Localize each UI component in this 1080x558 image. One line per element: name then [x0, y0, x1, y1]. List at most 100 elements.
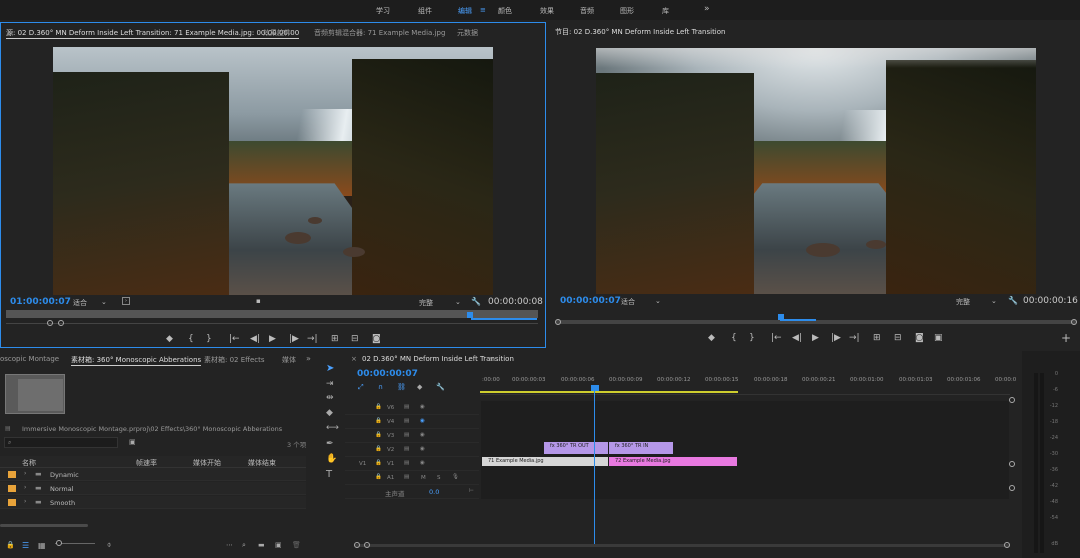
program-add-marker-icon[interactable]: ◆: [708, 334, 715, 343]
mark-in-icon[interactable]: {: [188, 335, 194, 344]
export-frame-icon[interactable]: ◙: [372, 335, 381, 344]
tab-bin-effects[interactable]: 素材箱: 02 Effects: [204, 355, 265, 365]
timeline-settings-icon[interactable]: 🔧: [436, 383, 445, 391]
expand-chevron-icon[interactable]: ›: [24, 484, 26, 491]
sync-lock-icon[interactable]: ▤: [404, 460, 409, 466]
list-item[interactable]: › ▬ Dynamic: [0, 468, 306, 481]
zoom-handle-right[interactable]: [58, 320, 64, 326]
col-media-end[interactable]: 媒体结束: [248, 458, 276, 468]
tab-bin-abberations[interactable]: 素材箱: 360° Monoscopic Abberations: [71, 355, 202, 366]
program-quality-dropdown[interactable]: 完整: [956, 297, 970, 307]
eye-icon[interactable]: ◉: [420, 418, 425, 424]
source-timeline-ruler[interactable]: [6, 310, 538, 318]
workspace-assembly[interactable]: 组件: [418, 6, 432, 16]
go-to-end-icon[interactable]: ⊢: [469, 488, 474, 494]
play-icon[interactable]: ▶: [269, 335, 276, 344]
program-play-icon[interactable]: ▶: [812, 334, 819, 343]
step-forward-icon[interactable]: |▶: [289, 335, 299, 344]
workspace-learn[interactable]: 学习: [376, 6, 390, 16]
program-zoom-handle-left[interactable]: [555, 319, 561, 325]
icon-view-icon[interactable]: ▦: [38, 541, 46, 550]
track-lock-icon[interactable]: 🔒: [375, 474, 382, 480]
workspace-menu-icon[interactable]: ≡: [480, 6, 486, 14]
tab-program[interactable]: 节目: 02 D.360° MN Deform Inside Left Tran…: [555, 27, 725, 37]
program-mark-in-icon[interactable]: {: [731, 334, 737, 343]
zoom-handle-left[interactable]: [47, 320, 53, 326]
solo-button[interactable]: S: [437, 475, 441, 481]
source-zoom-bar[interactable]: [6, 323, 538, 324]
tab-project[interactable]: oscopic Montage: [0, 355, 59, 363]
nest-icon[interactable]: ⤢: [358, 383, 364, 392]
sync-lock-icon[interactable]: ▤: [404, 432, 409, 438]
selection-tool-icon[interactable]: ➤: [326, 363, 334, 374]
program-timecode[interactable]: 00:00:00:07: [560, 296, 621, 306]
track-lock-icon[interactable]: 🔒: [375, 446, 382, 452]
extract-icon[interactable]: ⊟: [894, 334, 902, 343]
program-go-to-out-icon[interactable]: →|: [849, 334, 860, 343]
eye-icon[interactable]: ◉: [420, 404, 425, 410]
media-clip-72[interactable]: 72 Example Media.jpg: [609, 457, 737, 466]
close-tab-icon[interactable]: ×: [351, 355, 357, 363]
eye-icon[interactable]: ◉: [420, 446, 425, 452]
program-wrench-icon[interactable]: 🔧: [1008, 296, 1018, 305]
pen-tool-icon[interactable]: ✒: [326, 439, 334, 449]
tab-media[interactable]: 媒体: [282, 355, 296, 365]
zoom-slider-handle[interactable]: [56, 540, 62, 546]
export-frame-small-icon[interactable]: ▪: [256, 297, 261, 305]
timeline-zoom-handle-right[interactable]: [364, 542, 370, 548]
timeline-zoom-handle-end[interactable]: [1004, 542, 1010, 548]
sort-icon[interactable]: ⌽: [107, 541, 111, 550]
mark-out-icon[interactable]: }: [206, 335, 212, 344]
sequence-menu-icon[interactable]: ≡: [488, 355, 494, 363]
list-item[interactable]: › ▬ Smooth: [0, 496, 306, 509]
source-quality-chevron-icon[interactable]: ⌄: [455, 298, 461, 306]
panel-overflow-icon[interactable]: »: [306, 354, 311, 363]
label-color-swatch[interactable]: [8, 499, 16, 506]
snap-icon[interactable]: ∩: [378, 383, 383, 391]
sync-lock-icon[interactable]: ▤: [404, 474, 409, 480]
linked-selection-icon[interactable]: ⛓: [397, 383, 406, 391]
automate-icon[interactable]: ⋯: [226, 541, 233, 549]
label-color-swatch[interactable]: [8, 485, 16, 492]
timeline-zoom-handle-left[interactable]: [354, 542, 360, 548]
add-marker-tl-icon[interactable]: ◆: [417, 383, 422, 391]
program-quality-chevron-icon[interactable]: ⌄: [991, 297, 997, 305]
new-item-icon[interactable]: ▣: [275, 541, 282, 549]
find-icon[interactable]: ⌕: [242, 541, 246, 550]
program-fit-dropdown[interactable]: 适合: [621, 297, 635, 307]
col-media-start[interactable]: 媒体开始: [193, 458, 221, 468]
timeline-timecode[interactable]: 00:00:00:07: [357, 369, 418, 379]
trash-icon[interactable]: 🗑: [292, 541, 301, 549]
timeline-ruler[interactable]: :00:00 00:00:00:03 00:00:00:06 00:00:00:…: [480, 371, 1016, 395]
track-lock-icon[interactable]: 🔒: [375, 404, 382, 410]
insert-icon[interactable]: ⊞: [331, 335, 339, 344]
program-go-to-in-icon[interactable]: |←: [771, 334, 782, 343]
list-item[interactable]: › ▬ Normal: [0, 482, 306, 495]
workspace-graphics[interactable]: 图形: [620, 6, 634, 16]
workspace-libraries[interactable]: 库: [662, 6, 669, 16]
razor-tool-icon[interactable]: ◆: [326, 408, 333, 418]
slip-tool-icon[interactable]: ⟷: [326, 423, 339, 433]
workspace-color[interactable]: 颜色: [498, 6, 512, 16]
media-clip-71[interactable]: 71 Example Media.jpg: [482, 457, 608, 466]
label-color-swatch[interactable]: [8, 471, 16, 478]
track-lock-icon[interactable]: 🔒: [375, 432, 382, 438]
sync-lock-icon[interactable]: ▤: [404, 446, 409, 452]
hand-tool-icon[interactable]: ✋: [326, 454, 337, 464]
col-framerate[interactable]: 帧速率: [136, 458, 157, 468]
program-zoom-handle-right[interactable]: [1071, 319, 1077, 325]
wrench-icon[interactable]: 🔧: [471, 297, 481, 306]
go-to-in-icon[interactable]: |←: [229, 335, 240, 344]
compare-icon[interactable]: ▣: [934, 334, 943, 343]
program-step-forward-icon[interactable]: |▶: [831, 334, 841, 343]
timeline-playhead-handle[interactable]: [591, 385, 599, 391]
tab-audio-clip-mixer[interactable]: 音频剪辑混合器: 71 Example Media.jpg: [314, 28, 445, 38]
program-export-frame-icon[interactable]: ◙: [915, 334, 924, 343]
expand-chevron-icon[interactable]: ›: [24, 498, 26, 505]
horizontal-scrollbar[interactable]: [0, 524, 88, 527]
step-back-icon[interactable]: ◀|: [250, 335, 260, 344]
overwrite-icon[interactable]: ⊟: [351, 335, 359, 344]
tab-effect-controls[interactable]: 效果控件: [263, 28, 291, 38]
program-fit-chevron-icon[interactable]: ⌄: [655, 297, 661, 305]
go-to-out-icon[interactable]: →|: [307, 335, 318, 344]
